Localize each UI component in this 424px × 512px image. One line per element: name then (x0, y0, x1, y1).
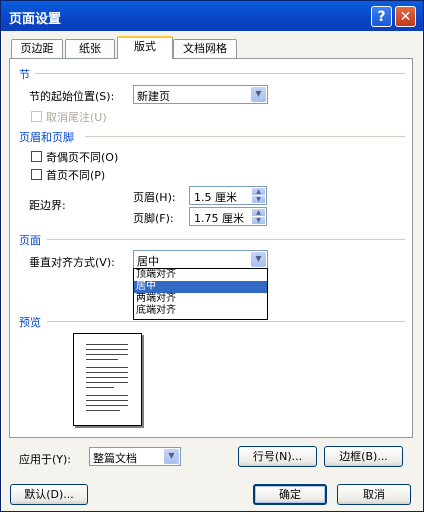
preview-text-line (86, 367, 128, 368)
preview-text-line (86, 387, 114, 388)
preview-text-line (86, 354, 128, 355)
preview-text-line (86, 395, 128, 396)
preview-text-line (86, 382, 128, 383)
tab-layout[interactable]: 版式 (117, 36, 173, 59)
header-distance-spinner[interactable]: 1.5 厘米 ▲ ▼ (189, 186, 267, 205)
page-divider (47, 239, 405, 240)
section-heading: 节 (19, 68, 30, 81)
section-start-label: 节的起始位置(S): (29, 90, 115, 103)
chevron-down-icon[interactable]: ▼ (164, 449, 179, 464)
suppress-endnotes-label: 取消尾注(U) (46, 111, 107, 124)
odd-even-label: 奇偶页不同(O) (46, 151, 119, 164)
from-edge-label: 距边界: (29, 199, 66, 212)
odd-even-checkbox[interactable] (31, 151, 42, 162)
apply-to-select[interactable]: 整篇文档 ▼ (89, 447, 181, 466)
preview-text-line (86, 359, 118, 360)
header-distance-value: 1.5 厘米 (194, 191, 237, 204)
footer-distance-spinner[interactable]: 1.75 厘米 ▲ ▼ (189, 207, 267, 226)
apply-to-value: 整篇文档 (93, 452, 137, 465)
tab-document-grid[interactable]: 文档网格 (173, 39, 237, 58)
tab-paper[interactable]: 纸张 (65, 39, 115, 58)
dropdown-option[interactable]: 两端对齐 (134, 293, 267, 305)
chevron-down-icon[interactable]: ▼ (251, 252, 266, 267)
dropdown-option[interactable]: 底端对齐 (134, 305, 267, 317)
header-distance-label: 页眉(H): (133, 191, 176, 204)
section-start-value: 新建页 (137, 90, 170, 103)
vertical-alignment-value: 居中 (137, 255, 159, 268)
vertical-alignment-dropdown-list: 顶端对齐 居中 两端对齐 底端对齐 (133, 268, 268, 320)
section-divider (35, 73, 405, 74)
vertical-alignment-select[interactable]: 居中 ▼ (133, 250, 268, 269)
first-page-checkbox[interactable] (31, 169, 42, 180)
headers-footers-heading: 页眉和页脚 (19, 131, 74, 144)
preview-heading: 预览 (19, 316, 41, 329)
preview-text-line (86, 400, 128, 401)
close-button[interactable]: ✕ (395, 6, 416, 27)
cancel-button[interactable]: 取消 (337, 484, 411, 505)
preview-text-line (86, 344, 128, 345)
headers-footers-divider (85, 136, 405, 137)
chevron-down-icon[interactable]: ▼ (251, 87, 266, 102)
help-button[interactable]: ? (371, 6, 392, 27)
dropdown-option[interactable]: 顶端对齐 (134, 269, 267, 281)
title-bar[interactable]: 页面设置 ? ✕ (1, 1, 423, 31)
preview-divider (47, 321, 405, 322)
default-button[interactable]: 默认(D)... (10, 484, 88, 505)
first-page-label: 首页不同(P) (46, 169, 106, 182)
preview-text-line (86, 377, 128, 378)
line-numbers-button[interactable]: 行号(N)... (238, 446, 317, 467)
suppress-endnotes-checkbox[interactable] (31, 111, 42, 122)
tab-margins[interactable]: 页边距 (11, 39, 63, 58)
spin-arrows-icon[interactable]: ▲ ▼ (252, 188, 265, 203)
section-start-select[interactable]: 新建页 ▼ (133, 85, 268, 104)
preview-text-line (86, 410, 120, 411)
preview-text-line (86, 405, 128, 406)
footer-distance-value: 1.75 厘米 (194, 212, 244, 225)
footer-distance-label: 页脚(F): (133, 212, 174, 225)
page-heading: 页面 (19, 234, 41, 247)
preview-text-line (86, 349, 128, 350)
preview-text-line (86, 372, 128, 373)
dropdown-option-selected[interactable]: 居中 (134, 281, 267, 293)
borders-button[interactable]: 边框(B)... (324, 446, 403, 467)
apply-to-label: 应用于(Y): (19, 453, 72, 466)
ok-button[interactable]: 确定 (253, 484, 327, 505)
page-preview (73, 333, 142, 426)
window-title: 页面设置 (9, 12, 62, 27)
spin-arrows-icon[interactable]: ▲ ▼ (252, 209, 265, 224)
vertical-alignment-label: 垂直对齐方式(V): (29, 256, 115, 269)
page-setup-dialog: 页面设置 ? ✕ 页边距 纸张 版式 文档网格 节 节的起始位置(S): 新建页… (0, 0, 424, 512)
